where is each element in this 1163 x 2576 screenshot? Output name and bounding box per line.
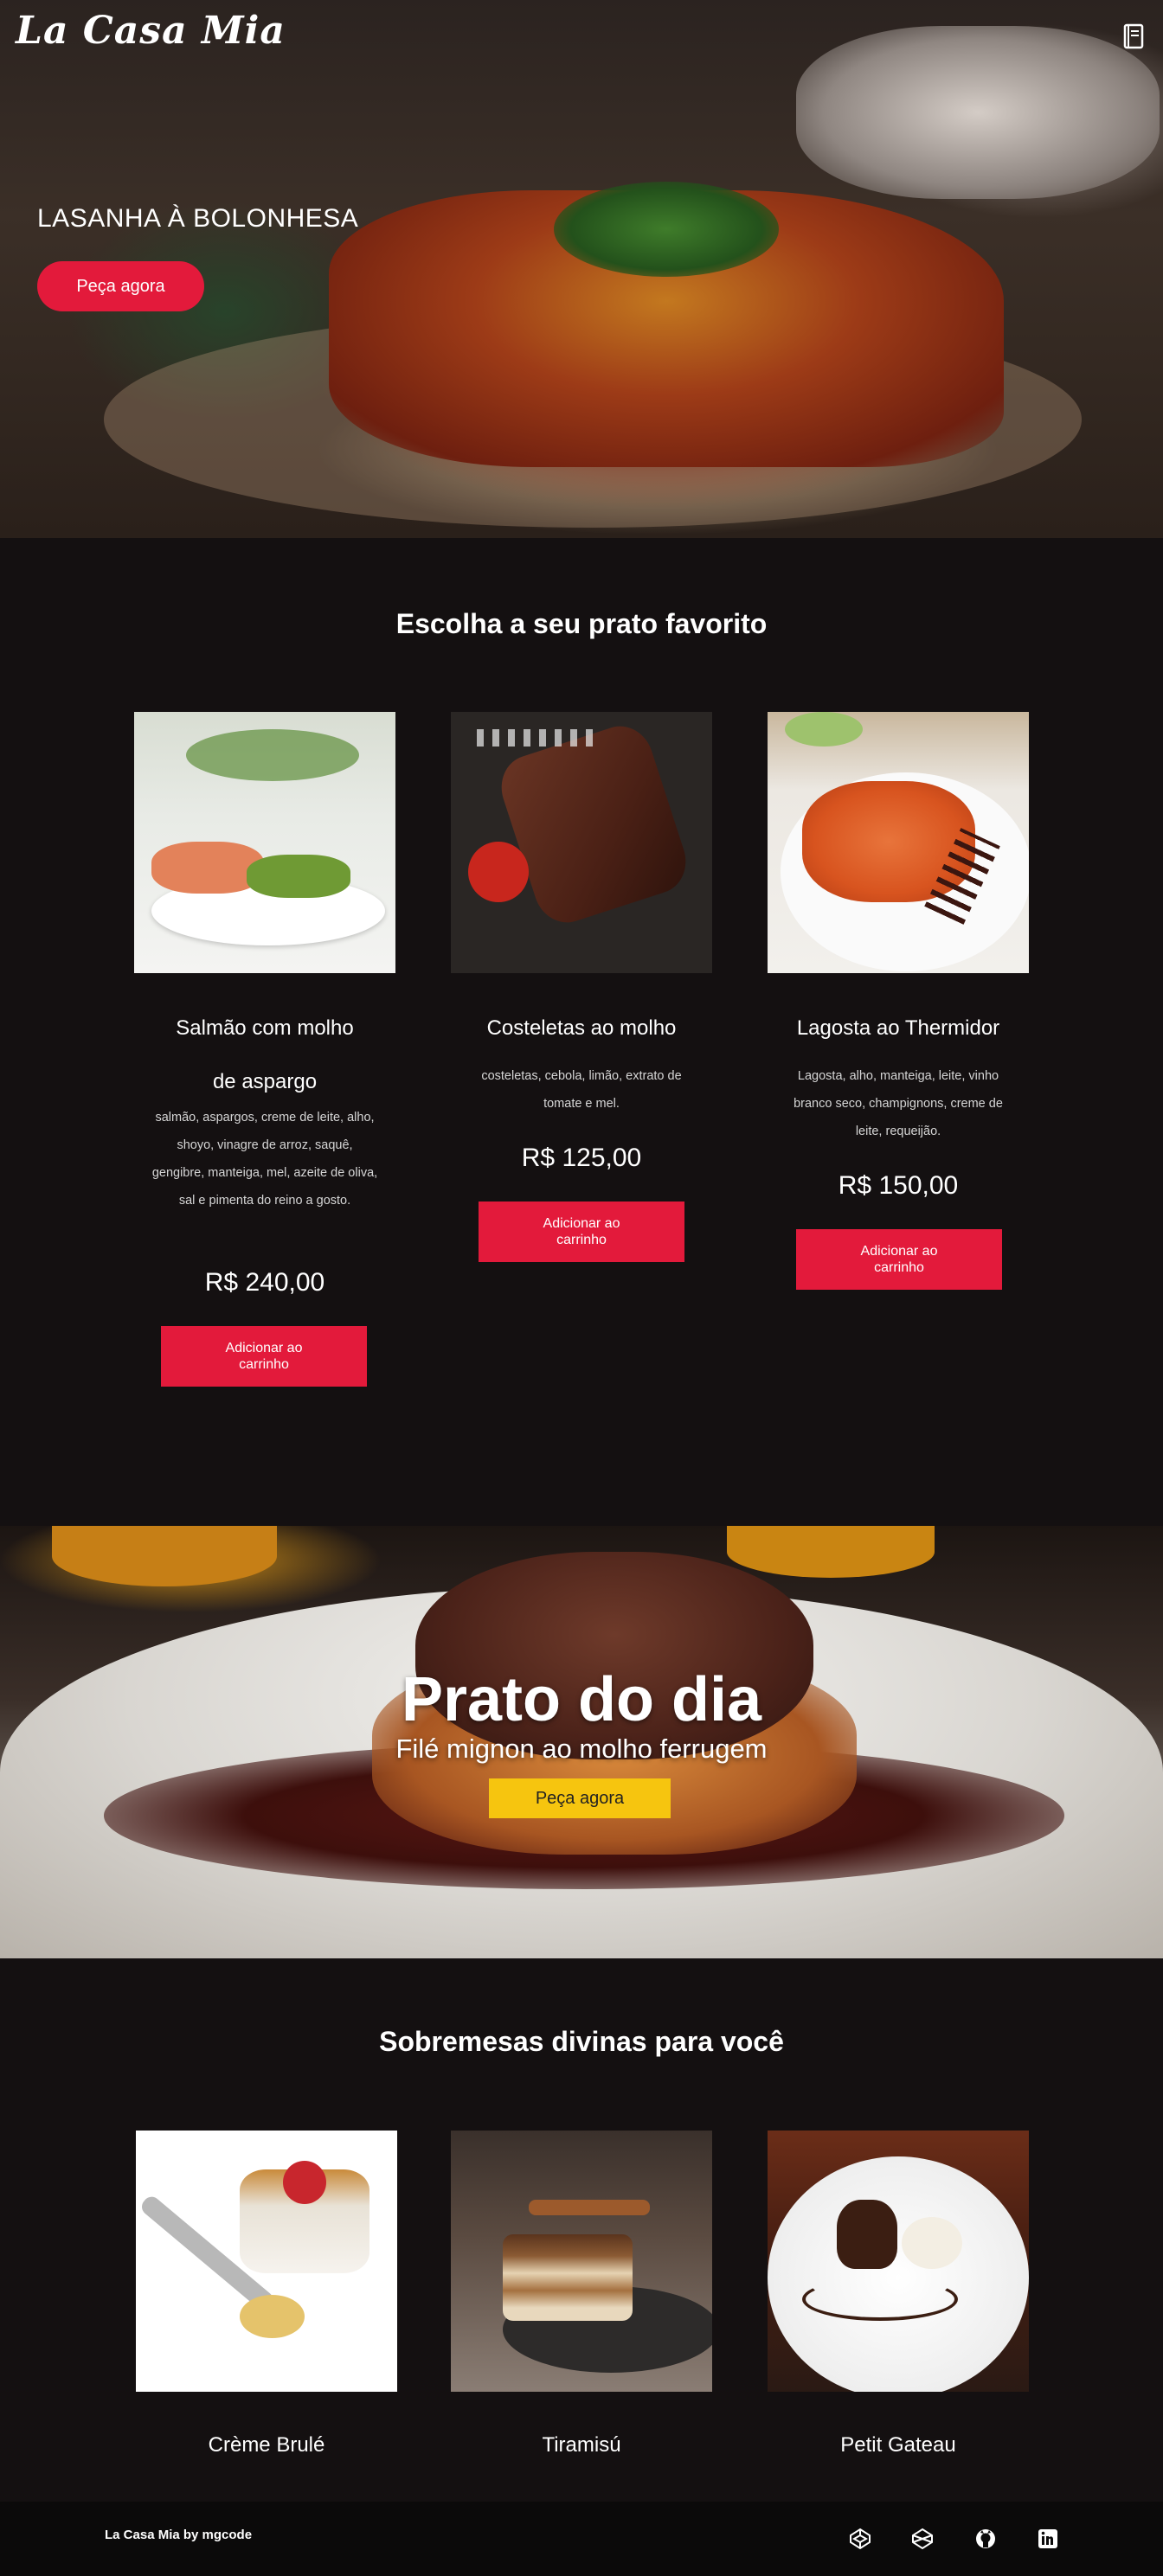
dish-name-line1: Salmão com molho [176,1016,354,1040]
dish-name-line2: de aspargo [212,1070,318,1093]
dish-description-salmon: salmão, aspargos, creme de leite, alho, … [151,1111,378,1208]
footer-credit: La Casa Mia by mgcode [105,2528,253,2542]
dish-name-salmon: Salmão com molho de aspargo [134,1002,395,1109]
github-icon[interactable] [974,2528,997,2550]
ribs-dish-image [451,712,712,973]
brand-logo[interactable]: La Casa Mia [16,9,286,53]
dessert-name-creme-brule: Crème Brulé [208,2433,325,2457]
hero-title: LASANHA À BOLONHESA [37,204,359,233]
codepen-icon[interactable] [849,2528,871,2550]
footer: La Casa Mia by mgcode [0,2502,1163,2576]
salmon-dish-image [134,712,395,973]
dish-name-line1: Lagosta ao Thermidor [796,1016,1000,1040]
napkin-shape [796,26,1160,199]
creme-brule-image [136,2131,397,2392]
hero-banner: La Casa Mia LASANHA À BOLONHESA Peça ago… [0,0,1163,538]
dessert-name-tiramisu: Tiramisú [542,2433,621,2457]
daily-special-title: Prato do dia [401,1665,762,1734]
dish-price-salmon: R$ 240,00 [204,1268,325,1297]
petit-gateau-image [768,2131,1029,2392]
dish-description-lobster: Lagosta, alho, manteiga, leite, vinho br… [794,1069,1003,1138]
dish-name-line1: Costeletas ao molho [486,1016,677,1040]
mains-section-title: Escolha a seu prato favorito [395,608,768,639]
codepen-alt-icon[interactable] [911,2528,934,2550]
add-to-cart-button-salmon[interactable]: Adicionar ao carrinho [161,1326,367,1387]
daily-order-button[interactable]: Peça agora [489,1778,671,1818]
add-to-cart-button-lobster[interactable]: Adicionar ao carrinho [796,1229,1002,1290]
linkedin-icon[interactable] [1037,2528,1059,2550]
book-icon[interactable] [1123,23,1144,49]
lobster-dish-image [768,712,1029,973]
daily-special-subtitle: Filé mignon ao molho ferrugem [395,1733,768,1764]
tiramisu-image [451,2131,712,2392]
dish-name-lobster: Lagosta ao Thermidor [768,1002,1029,1055]
desserts-section-title: Sobremesas divinas para você [379,2026,784,2057]
order-now-button[interactable]: Peça agora [37,261,204,311]
dish-name-ribs: Costeletas ao molho [451,1002,712,1055]
daily-special-banner: Prato do dia Filé mignon ao molho ferrug… [0,1526,1163,1958]
basil-shape [554,182,779,277]
dish-description-ribs: costeletas, cebola, limão, extrato de to… [481,1069,682,1111]
add-to-cart-button-ribs[interactable]: Adicionar ao carrinho [479,1201,684,1262]
dish-price-lobster: R$ 150,00 [838,1171,959,1200]
dish-price-ribs: R$ 125,00 [521,1144,642,1172]
dessert-name-petit-gateau: Petit Gateau [840,2433,956,2457]
